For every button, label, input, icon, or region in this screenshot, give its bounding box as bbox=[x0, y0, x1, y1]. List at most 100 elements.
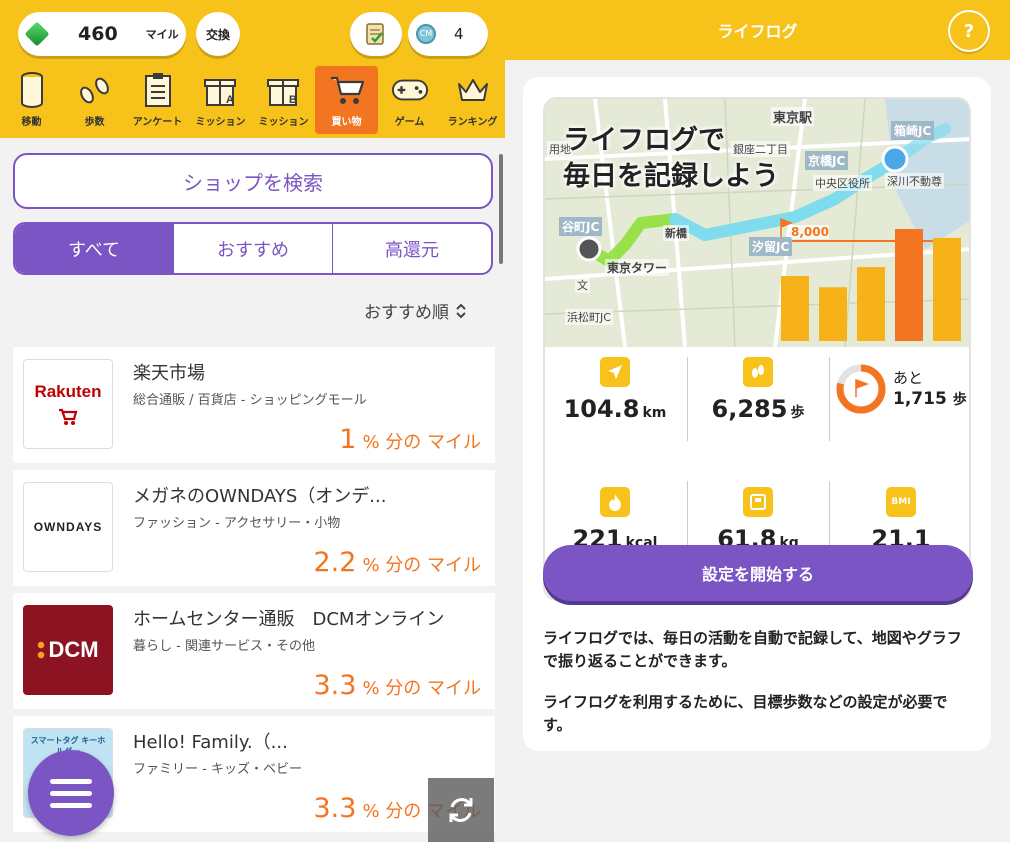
sort-selector[interactable]: おすすめ順 bbox=[364, 298, 467, 323]
page-title: ライフログ bbox=[717, 22, 798, 41]
shop-list-item[interactable]: Rakuten 楽天市場 総合通販 / 百貨店 - ショッピングモール 1 % … bbox=[13, 347, 495, 463]
cart-icon bbox=[59, 408, 78, 425]
shop-logo-owndays: OWNDAYS bbox=[23, 482, 113, 572]
shop-search-button[interactable]: ショップを検索 bbox=[13, 153, 493, 209]
miles-balance[interactable]: 460 マイル bbox=[18, 12, 186, 56]
sort-chevron-icon bbox=[456, 303, 466, 318]
shop-return-rate: 1 % 分の マイル bbox=[339, 424, 481, 455]
map-label: 谷町JC bbox=[559, 217, 603, 236]
scroll-icon bbox=[366, 23, 384, 45]
shop-list-item[interactable]: OWNDAYS メガネのOWNDAYS（オンデ... ファッション - アクセサ… bbox=[13, 470, 495, 586]
cart-icon bbox=[329, 71, 365, 109]
bmi-icon: BMI bbox=[886, 487, 916, 517]
mission-sheet-button[interactable] bbox=[350, 12, 402, 56]
divider bbox=[829, 481, 830, 549]
remaining-value: 1,715 歩 bbox=[893, 389, 967, 409]
rate-value: 2.2 bbox=[313, 547, 357, 578]
shop-panel: 460 マイル 交換 CM 4 移動 歩数 アンケート A ミッション B ミッ… bbox=[0, 0, 505, 842]
hero-title-line2: 毎日を記録しよう bbox=[563, 161, 779, 192]
filter-tabs: すべて おすすめ 高還元 bbox=[13, 222, 493, 275]
steps-unit: 歩 bbox=[790, 405, 805, 421]
svg-text:A: A bbox=[226, 94, 234, 106]
tab-recommended[interactable]: おすすめ bbox=[174, 224, 333, 273]
flame-icon bbox=[600, 487, 630, 517]
shop-name: Hello! Family.（... bbox=[133, 732, 288, 753]
nav-label: 移動 bbox=[21, 117, 42, 128]
remaining-label: あと bbox=[893, 369, 924, 387]
nav-label: ゲーム bbox=[394, 117, 425, 128]
nav-item-shopping[interactable]: 買い物 bbox=[315, 66, 378, 134]
rate-value: 1 bbox=[339, 424, 357, 455]
tab-high-return[interactable]: 高還元 bbox=[333, 224, 491, 273]
shop-category: 暮らし - 関連サービス・その他 bbox=[133, 639, 315, 654]
sort-label: おすすめ順 bbox=[364, 303, 449, 323]
crown-icon bbox=[455, 71, 491, 109]
rakuten-logo-text: Rakuten bbox=[34, 382, 102, 401]
nav-item-mission-a[interactable]: A ミッション bbox=[189, 66, 252, 134]
hamburger-menu-button[interactable] bbox=[28, 750, 114, 836]
nav-item-steps[interactable]: 歩数 bbox=[63, 66, 126, 134]
stat-distance: 104.8 km bbox=[545, 357, 685, 437]
nav-item-ranking[interactable]: ランキング bbox=[441, 66, 504, 134]
stat-remaining-steps: あと 1,715 歩 bbox=[835, 363, 969, 433]
shop-category: ファッション - アクセサリー・小物 bbox=[133, 516, 341, 531]
exchange-button[interactable]: 交換 bbox=[196, 12, 240, 56]
hero-title: ライフログで 毎日を記録しよう bbox=[563, 123, 779, 195]
map-label: 東京タワー bbox=[605, 259, 670, 276]
dcm-dots-icon bbox=[37, 641, 46, 659]
steps-bar bbox=[895, 229, 923, 341]
goal-progress-ring bbox=[836, 364, 886, 414]
distance-unit: km bbox=[642, 405, 667, 421]
nav-item-survey[interactable]: アンケート bbox=[126, 66, 189, 134]
footprints-icon bbox=[77, 71, 113, 109]
shop-return-rate: 3.3 % 分の マイル bbox=[314, 670, 482, 701]
lifelog-panel: ライフログ ? 箱崎JC 東京駅 京橋JC 中央区役所 深川不動尊 谷町JC 新… bbox=[505, 0, 1010, 842]
shop-category: 総合通販 / 百貨店 - ショッピングモール bbox=[133, 393, 367, 408]
map-label: 箱崎JC bbox=[891, 121, 935, 140]
steps-bar bbox=[857, 267, 885, 341]
top-bar: 460 マイル 交換 CM 4 移動 歩数 アンケート A ミッション B ミッ… bbox=[0, 0, 505, 138]
shop-name: ホームセンター通販 DCMオンライン bbox=[133, 609, 445, 630]
menu-line bbox=[50, 778, 92, 784]
map-label: 深川不動尊 bbox=[885, 173, 944, 189]
scrollbar[interactable] bbox=[499, 154, 503, 264]
help-button[interactable]: ? bbox=[948, 10, 990, 52]
steps-value: 6,285 bbox=[711, 395, 788, 423]
shop-list-item[interactable]: DCM ホームセンター通販 DCMオンライン 暮らし - 関連サービス・その他 … bbox=[13, 593, 495, 709]
steps-bar-chart bbox=[781, 229, 961, 341]
coin-count: 4 bbox=[454, 25, 464, 43]
map-label: 新橋 bbox=[663, 225, 689, 241]
hero-title-line1: ライフログで bbox=[563, 125, 725, 156]
rate-suffix: % 分の マイル bbox=[362, 678, 481, 699]
gem-icon bbox=[24, 21, 50, 47]
nav-label: ミッション bbox=[195, 117, 246, 128]
nav-item-game[interactable]: ゲーム bbox=[378, 66, 441, 134]
description-2: ライフログを利用するために、目標歩数などの設定が必要です。 bbox=[543, 693, 948, 734]
shop-name: 楽天市場 bbox=[133, 363, 205, 384]
refresh-icon bbox=[449, 798, 473, 822]
remaining-unit: 歩 bbox=[952, 392, 967, 408]
nav-label: ランキング bbox=[447, 117, 498, 128]
gamepad-icon bbox=[391, 71, 428, 109]
nav-item-move[interactable]: 移動 bbox=[0, 66, 63, 134]
coin-balance[interactable]: CM 4 bbox=[408, 12, 488, 56]
coin-icon: CM bbox=[416, 24, 436, 44]
rate-value: 3.3 bbox=[313, 793, 357, 824]
start-setup-button[interactable]: 設定を開始する bbox=[543, 545, 973, 601]
rate-suffix: % 分の マイル bbox=[362, 555, 481, 576]
svg-text:B: B bbox=[289, 94, 297, 106]
lifelog-hero: 箱崎JC 東京駅 京橋JC 中央区役所 深川不動尊 谷町JC 新橋 汐留JC 東… bbox=[543, 97, 971, 601]
nav-item-mission-b[interactable]: B ミッション bbox=[252, 66, 315, 134]
tab-all[interactable]: すべて bbox=[15, 224, 174, 273]
map-label: 中央区役所 bbox=[813, 175, 872, 191]
refresh-button[interactable] bbox=[428, 778, 494, 842]
owndays-logo-text: OWNDAYS bbox=[33, 520, 103, 534]
shop-logo-dcm: DCM bbox=[23, 605, 113, 695]
category-nav: 移動 歩数 アンケート A ミッション B ミッション 買い物 ゲーム ランキン… bbox=[0, 66, 505, 138]
route-map: 箱崎JC 東京駅 京橋JC 中央区役所 深川不動尊 谷町JC 新橋 汐留JC 東… bbox=[545, 99, 969, 347]
gift-b-icon: B bbox=[266, 71, 302, 109]
map-label: 京橋JC bbox=[805, 151, 849, 170]
divider bbox=[829, 357, 830, 441]
nav-label: アンケート bbox=[132, 117, 183, 128]
miles-value: 460 bbox=[78, 23, 118, 45]
